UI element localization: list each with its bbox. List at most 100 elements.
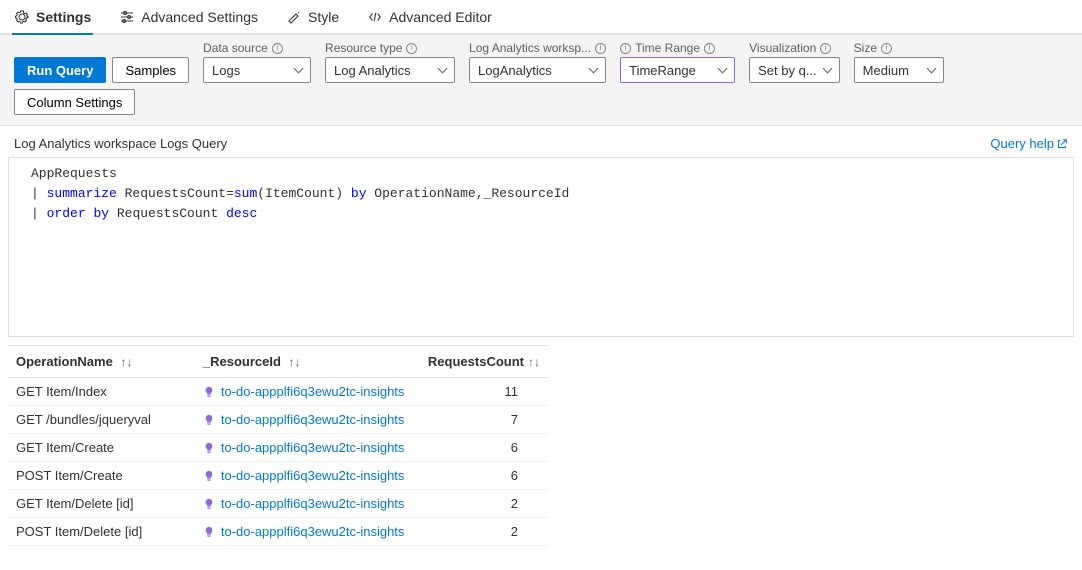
field-la-workspace: Log Analytics worksp... i LogAnalytics (469, 41, 606, 83)
col-header-count[interactable]: RequestsCount↑↓ (420, 346, 548, 378)
col-header-operation[interactable]: OperationName ↑↓ (8, 346, 195, 378)
table-row[interactable]: GET /bundles/jqueryval to-do-appplfi6q3ew… (8, 406, 548, 434)
cell-operation: GET Item/Create (8, 434, 195, 462)
select-visualization[interactable]: Set by q... (749, 57, 840, 83)
query-text: AppRequests (31, 164, 117, 184)
field-label: i Time Range i (620, 41, 735, 55)
samples-button[interactable]: Samples (112, 57, 189, 83)
info-icon[interactable]: i (406, 43, 417, 54)
select-data-source[interactable]: Logs (203, 57, 311, 83)
query-help-link[interactable]: Query help (990, 136, 1068, 151)
brush-icon (286, 9, 302, 25)
resource-link[interactable]: to-do-appplfi6q3ewu2tc-insights (221, 440, 405, 455)
field-data-source: Data source i Logs (203, 41, 311, 83)
resource-link[interactable]: to-do-appplfi6q3ewu2tc-insights (221, 468, 405, 483)
query-text: | order by RequestsCount desc (31, 204, 257, 224)
tab-label: Settings (36, 9, 91, 25)
field-resource-type: Resource type i Log Analytics (325, 41, 455, 83)
sort-icon: ↑↓ (528, 355, 540, 369)
cell-resource: to-do-appplfi6q3ewu2tc-insights (195, 518, 420, 546)
table-row[interactable]: POST Item/Delete [id] to-do-appplfi6q3ewu… (8, 518, 548, 546)
resource-link[interactable]: to-do-appplfi6q3ewu2tc-insights (221, 496, 405, 511)
info-icon[interactable]: i (820, 43, 831, 54)
select-resource-type[interactable]: Log Analytics (325, 57, 455, 83)
info-icon[interactable]: i (881, 43, 892, 54)
col-header-resource[interactable]: _ResourceId ↑↓ (195, 346, 420, 378)
cell-count: 7 (420, 406, 548, 434)
info-icon[interactable]: i (272, 43, 283, 54)
cell-count: 6 (420, 462, 548, 490)
cell-count: 2 (420, 518, 548, 546)
resource-link[interactable]: to-do-appplfi6q3ewu2tc-insights (221, 384, 405, 399)
info-icon[interactable]: i (704, 43, 715, 54)
tab-advanced-settings[interactable]: Advanced Settings (117, 5, 260, 35)
code-icon (367, 9, 383, 25)
cell-operation: GET /bundles/jqueryval (8, 406, 195, 434)
table-row[interactable]: GET Item/Delete [id] to-do-appplfi6q3ewu2… (8, 490, 548, 518)
query-controls-bar: Run Query Samples Data source i Logs Res… (0, 34, 1082, 126)
chevron-down-icon (927, 65, 937, 75)
field-label: Resource type i (325, 41, 455, 55)
cell-operation: GET Item/Delete [id] (8, 490, 195, 518)
field-label: Size i (854, 41, 944, 55)
resource-link[interactable]: to-do-appplfi6q3ewu2tc-insights (221, 412, 405, 427)
info-icon[interactable]: i (595, 43, 606, 54)
query-subtitle-row: Log Analytics workspace Logs Query Query… (0, 126, 1082, 157)
field-time-range: i Time Range i TimeRange (620, 41, 735, 83)
select-la-workspace[interactable]: LogAnalytics (469, 57, 606, 83)
table-row[interactable]: POST Item/Create to-do-appplfi6q3ewu2tc-i… (8, 462, 548, 490)
sliders-icon (119, 9, 135, 25)
results-table-wrap: OperationName ↑↓ _ResourceId ↑↓ Requests… (8, 345, 1074, 546)
chevron-down-icon (718, 65, 728, 75)
run-query-button[interactable]: Run Query (14, 57, 106, 83)
query-text: | summarize RequestsCount=sum(ItemCount)… (31, 184, 569, 204)
cell-resource: to-do-appplfi6q3ewu2tc-insights (195, 406, 420, 434)
cell-count: 2 (420, 490, 548, 518)
lightbulb-icon (203, 414, 215, 426)
lightbulb-icon (203, 498, 215, 510)
select-time-range[interactable]: TimeRange (620, 57, 735, 83)
lightbulb-icon (203, 470, 215, 482)
cell-count: 11 (420, 378, 548, 406)
query-subtitle: Log Analytics workspace Logs Query (14, 136, 227, 151)
chevron-down-icon (589, 65, 599, 75)
cell-operation: POST Item/Create (8, 462, 195, 490)
lightbulb-icon (203, 386, 215, 398)
resource-link[interactable]: to-do-appplfi6q3ewu2tc-insights (221, 524, 405, 539)
tab-settings[interactable]: Settings (12, 5, 93, 35)
info-icon[interactable]: i (620, 43, 631, 54)
sort-icon: ↑↓ (120, 355, 132, 369)
field-label: Visualization i (749, 41, 840, 55)
cell-resource: to-do-appplfi6q3ewu2tc-insights (195, 490, 420, 518)
column-settings-button[interactable]: Column Settings (14, 89, 135, 115)
gutter (13, 164, 31, 184)
cell-resource: to-do-appplfi6q3ewu2tc-insights (195, 378, 420, 406)
gear-icon (14, 9, 30, 25)
tab-style[interactable]: Style (284, 5, 341, 35)
results-tbody: GET Item/Index to-do-appplfi6q3ewu2tc-ins… (8, 378, 548, 546)
cell-resource: to-do-appplfi6q3ewu2tc-insights (195, 434, 420, 462)
field-label: Log Analytics worksp... i (469, 41, 606, 55)
sort-icon: ↑↓ (289, 355, 301, 369)
lightbulb-icon (203, 526, 215, 538)
field-visualization: Visualization i Set by q... (749, 41, 840, 83)
lightbulb-icon (203, 442, 215, 454)
cell-resource: to-do-appplfi6q3ewu2tc-insights (195, 462, 420, 490)
table-row[interactable]: GET Item/Index to-do-appplfi6q3ewu2tc-ins… (8, 378, 548, 406)
table-header-row: OperationName ↑↓ _ResourceId ↑↓ Requests… (8, 346, 548, 378)
chevron-down-icon (823, 65, 833, 75)
tab-label: Advanced Settings (141, 9, 258, 25)
chevron-down-icon (438, 65, 448, 75)
cell-operation: POST Item/Delete [id] (8, 518, 195, 546)
table-row[interactable]: GET Item/Create to-do-appplfi6q3ewu2tc-in… (8, 434, 548, 462)
external-link-icon (1056, 138, 1068, 150)
cell-operation: GET Item/Index (8, 378, 195, 406)
editor-tabs: Settings Advanced Settings Style Advance… (0, 0, 1082, 34)
cell-count: 6 (420, 434, 548, 462)
field-size: Size i Medium (854, 41, 944, 83)
chevron-down-icon (294, 65, 304, 75)
query-editor[interactable]: AppRequests | summarize RequestsCount=su… (8, 157, 1074, 337)
select-size[interactable]: Medium (854, 57, 944, 83)
tab-label: Style (308, 9, 339, 25)
tab-advanced-editor[interactable]: Advanced Editor (365, 5, 494, 35)
